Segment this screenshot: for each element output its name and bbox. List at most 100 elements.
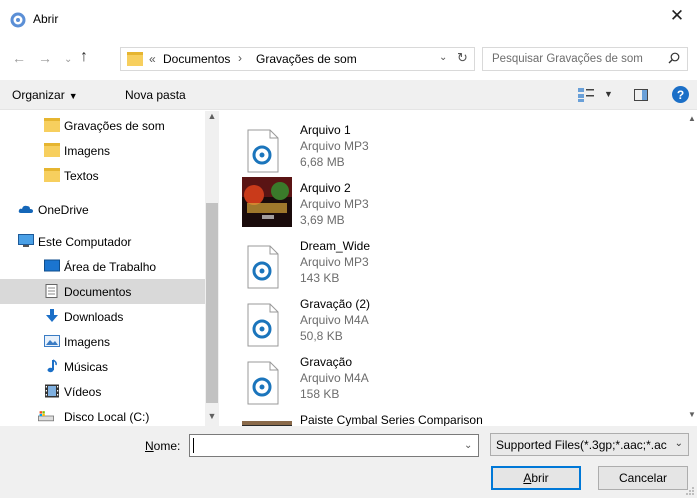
sidebar-item-label: Vídeos bbox=[64, 385, 102, 399]
sidebar-item-label: Textos bbox=[64, 169, 99, 183]
sidebar-item-label: OneDrive bbox=[38, 203, 89, 217]
folder-icon bbox=[127, 52, 143, 66]
album-art-thumbnail bbox=[242, 177, 292, 227]
sidebar-item-label: Área de Trabalho bbox=[64, 260, 157, 274]
computer-icon bbox=[18, 234, 34, 247]
file-type: Arquivo MP3 bbox=[300, 255, 369, 269]
open-button-label: Abrir bbox=[523, 471, 548, 485]
search-icon[interactable] bbox=[668, 52, 680, 64]
file-item[interactable]: Gravação Arquivo M4A 158 KB bbox=[242, 355, 522, 413]
file-size: 143 KB bbox=[300, 271, 340, 285]
file-type-filter-select[interactable]: Supported Files(*.3gp;*.aac;*.ac ⌄ bbox=[490, 433, 689, 456]
sidebar-item-label: Músicas bbox=[64, 360, 109, 374]
sidebar-item-imagens[interactable]: Imagens bbox=[0, 138, 205, 163]
scroll-down-arrow-icon[interactable]: ▼ bbox=[688, 410, 696, 419]
close-button[interactable]: ✕ bbox=[657, 0, 697, 32]
cloud-icon bbox=[18, 205, 33, 213]
file-list[interactable]: Arquivo 1 Arquivo MP3 6,68 MB Arquivo 2 … bbox=[222, 111, 688, 426]
change-view-icon[interactable] bbox=[577, 87, 595, 103]
recent-locations-button[interactable]: ⌄ bbox=[64, 54, 72, 65]
file-type: Arquivo MP3 bbox=[300, 139, 369, 153]
audio-file-icon bbox=[247, 303, 279, 347]
new-folder-button[interactable]: Nova pasta bbox=[125, 88, 186, 102]
sidebar-item-label: Imagens bbox=[64, 335, 111, 349]
title-bar: Abrir ✕ bbox=[0, 0, 697, 40]
file-item[interactable]: Arquivo 1 Arquivo MP3 6,68 MB bbox=[242, 123, 522, 181]
file-name-label: Nome: bbox=[145, 439, 180, 453]
organize-button[interactable]: Organizar ▼ bbox=[12, 88, 78, 102]
desktop-icon bbox=[44, 259, 60, 272]
file-name: Dream_Wide bbox=[300, 239, 371, 253]
file-name: Paiste Cymbal Series Comparison bbox=[300, 413, 483, 426]
help-icon[interactable]: ? bbox=[672, 86, 689, 103]
sidebar-item-imagens-2[interactable]: Imagens bbox=[0, 329, 205, 354]
file-name: Gravação bbox=[300, 355, 353, 369]
audio-file-icon bbox=[247, 361, 279, 405]
file-name-input[interactable]: ⌄ bbox=[189, 434, 479, 457]
sidebar-item-label: Downloads bbox=[64, 310, 124, 324]
back-button[interactable]: ← bbox=[12, 50, 26, 66]
folder-icon bbox=[44, 168, 60, 182]
download-icon bbox=[46, 309, 58, 322]
sidebar-item-disco-local[interactable]: Disco Local (C:) bbox=[0, 404, 205, 426]
open-button-label-text: brir bbox=[531, 471, 549, 485]
access-key: N bbox=[145, 439, 154, 453]
sidebar-item-onedrive[interactable]: OneDrive bbox=[0, 197, 205, 222]
sidebar-item-textos[interactable]: Textos bbox=[0, 163, 205, 188]
breadcrumb-separator[interactable]: › bbox=[238, 51, 242, 65]
file-type: Arquivo MP3 bbox=[300, 197, 369, 211]
up-button[interactable]: ↑ bbox=[80, 48, 88, 66]
scrollbar-thumb[interactable] bbox=[206, 203, 218, 403]
chevron-down-icon[interactable]: ⌄ bbox=[675, 438, 683, 449]
scroll-up-arrow-icon[interactable]: ▲ bbox=[205, 111, 219, 125]
pictures-icon bbox=[44, 335, 60, 347]
folder-icon bbox=[44, 143, 60, 157]
file-name: Arquivo 2 bbox=[300, 181, 351, 195]
organize-label: Organizar bbox=[12, 88, 65, 102]
file-item[interactable]: Paiste Cymbal Series Comparison bbox=[242, 413, 522, 426]
file-type-filter-value: Supported Files(*.3gp;*.aac;*.ac bbox=[496, 438, 667, 452]
documents-icon bbox=[45, 284, 58, 298]
address-dropdown-icon[interactable]: ⌄ bbox=[439, 52, 447, 63]
file-size: 3,69 MB bbox=[300, 213, 345, 227]
preview-pane-icon[interactable] bbox=[634, 89, 648, 101]
search-placeholder: Pesquisar Gravações de som bbox=[492, 53, 643, 65]
address-bar[interactable]: « Documentos › Gravações de som ⌄ ↻ bbox=[120, 47, 475, 71]
file-name: Gravação (2) bbox=[300, 297, 371, 311]
sidebar-item-videos[interactable]: Vídeos bbox=[0, 379, 205, 404]
file-item[interactable]: Arquivo 2 Arquivo MP3 3,69 MB bbox=[242, 177, 522, 239]
audio-file-icon bbox=[247, 245, 279, 289]
file-list-scrollbar[interactable] bbox=[688, 111, 697, 426]
sidebar-item-documentos[interactable]: Documentos bbox=[0, 279, 205, 304]
scroll-down-arrow-icon[interactable]: ▼ bbox=[205, 411, 219, 425]
view-options-arrow-icon[interactable]: ▼ bbox=[604, 89, 613, 99]
refresh-icon[interactable]: ↻ bbox=[457, 50, 468, 66]
file-item[interactable]: Dream_Wide Arquivo MP3 143 KB bbox=[242, 239, 522, 297]
open-button[interactable]: Abrir bbox=[491, 466, 581, 490]
breadcrumb-documentos[interactable]: Documentos bbox=[163, 52, 230, 66]
sidebar-item-area-de-trabalho[interactable]: Área de Trabalho bbox=[0, 254, 205, 279]
file-name-dropdown-icon[interactable]: ⌄ bbox=[464, 440, 472, 451]
sidebar-item-este-computador[interactable]: Este Computador bbox=[0, 229, 205, 254]
window-title: Abrir bbox=[33, 12, 59, 26]
cancel-button[interactable]: Cancelar bbox=[598, 466, 688, 490]
file-item[interactable]: Gravação (2) Arquivo M4A 50,8 KB bbox=[242, 297, 522, 355]
video-icon bbox=[45, 384, 59, 398]
forward-button[interactable]: → bbox=[38, 50, 52, 66]
resize-grip-icon[interactable] bbox=[685, 486, 695, 496]
path-overflow-chevron[interactable]: « bbox=[149, 52, 156, 66]
scroll-up-arrow-icon[interactable]: ▲ bbox=[688, 114, 696, 123]
file-name-label-text: ome: bbox=[153, 439, 181, 453]
sidebar-item-gravacoes-de-som[interactable]: Gravações de som bbox=[0, 113, 205, 138]
breadcrumb-gravacoes[interactable]: Gravações de som bbox=[256, 52, 357, 66]
file-type: Arquivo M4A bbox=[300, 313, 369, 327]
sidebar-item-label: Disco Local (C:) bbox=[64, 410, 150, 424]
sidebar-item-musicas[interactable]: Músicas bbox=[0, 354, 205, 379]
search-input[interactable]: Pesquisar Gravações de som bbox=[482, 47, 688, 71]
sidebar-item-downloads[interactable]: Downloads bbox=[0, 304, 205, 329]
file-name: Arquivo 1 bbox=[300, 123, 351, 137]
app-icon bbox=[10, 12, 26, 28]
navigation-pane[interactable]: Gravações de som Imagens Textos OneDrive… bbox=[0, 111, 219, 426]
file-type: Arquivo M4A bbox=[300, 371, 369, 385]
file-size: 50,8 KB bbox=[300, 329, 343, 343]
